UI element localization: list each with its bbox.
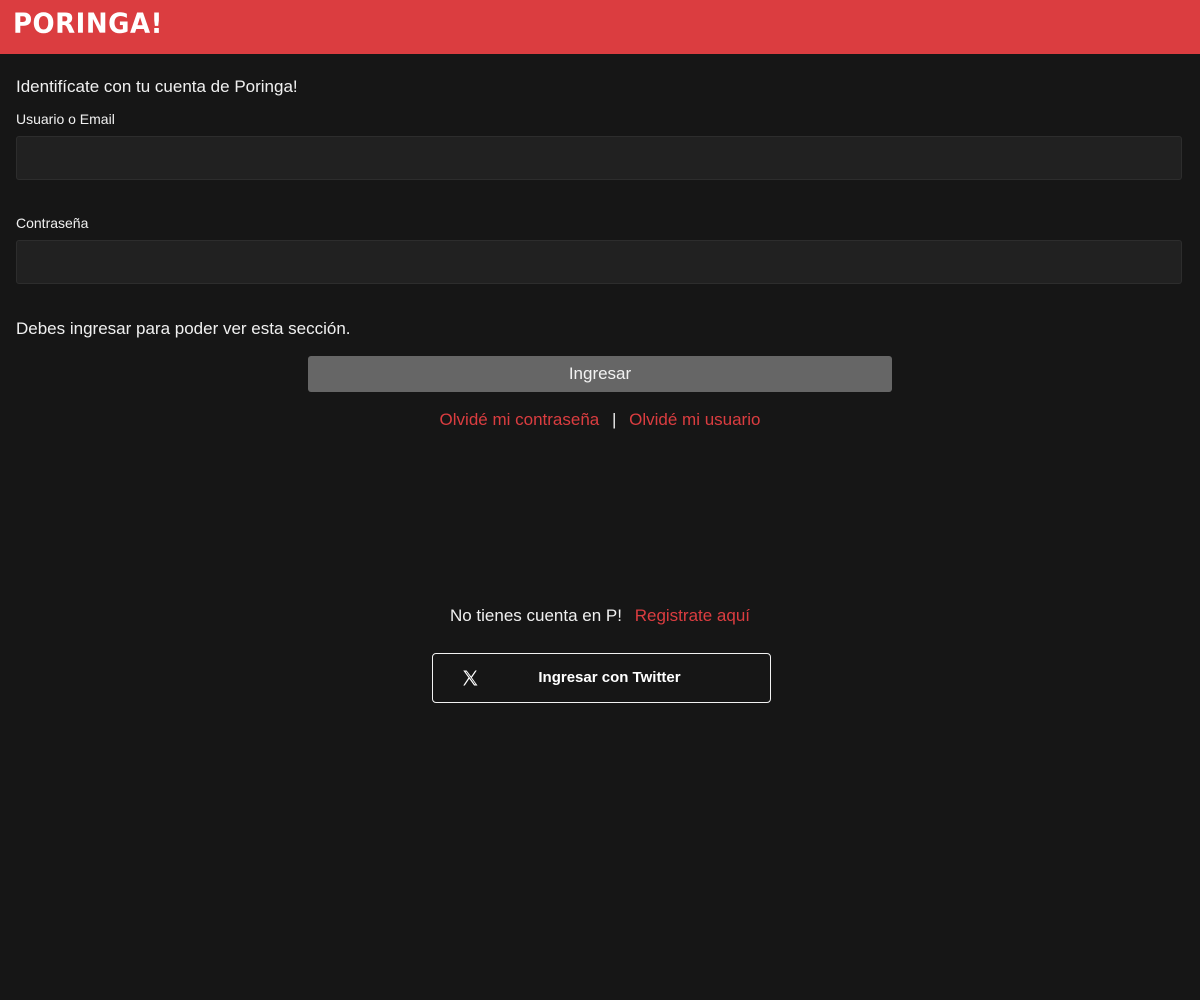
login-button[interactable]: Ingresar [308, 356, 892, 392]
username-label: Usuario o Email [16, 111, 115, 127]
username-input[interactable] [16, 136, 1182, 180]
twitter-login-label: Ingresar con Twitter [538, 669, 681, 686]
register-prompt: No tienes cuenta en P! [449, 606, 622, 625]
forgot-links: Olvidé mi contraseña | Olvidé mi usuario [0, 409, 1200, 431]
forgot-username-link[interactable]: Olvidé mi usuario [629, 410, 760, 429]
login-required-notice: Debes ingresar para poder ver esta secci… [16, 319, 351, 338]
login-intro: Identifícate con tu cuenta de Poringa! [16, 77, 298, 96]
poringa-logo[interactable]: PORINGA! [13, 8, 163, 40]
forgot-password-link[interactable]: Olvidé mi contraseña [440, 410, 600, 429]
link-separator: | [611, 410, 617, 429]
register-link[interactable]: Registrate aquí [635, 606, 750, 625]
twitter-login-button[interactable]: Ingresar con Twitter [432, 653, 771, 703]
password-input[interactable] [16, 240, 1182, 284]
top-bar: PORINGA! [0, 0, 1200, 54]
password-label: Contraseña [16, 215, 89, 231]
register-prompt-row: No tienes cuenta en P! Registrate aquí [0, 605, 1200, 627]
